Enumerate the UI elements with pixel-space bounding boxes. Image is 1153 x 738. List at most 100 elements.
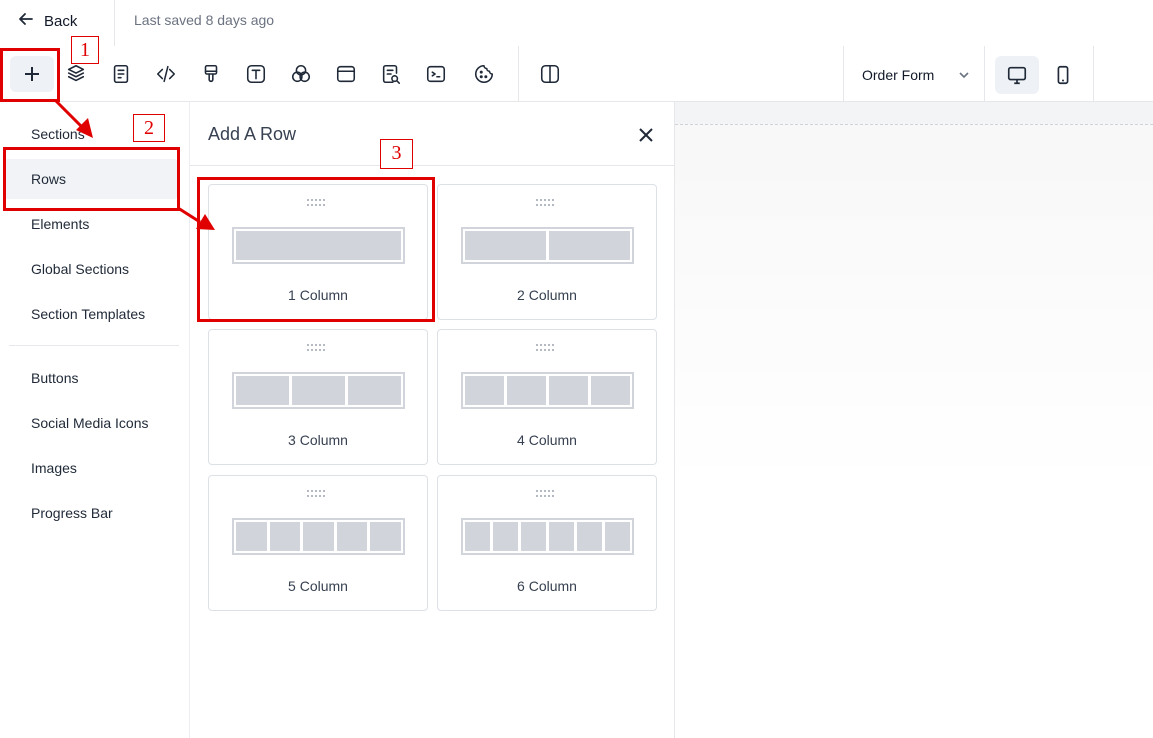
- canvas-header-strip: [675, 102, 1153, 124]
- layers-icon: [67, 64, 85, 82]
- back-button[interactable]: Back: [18, 8, 77, 34]
- column-block: [236, 522, 267, 551]
- terminal-icon: [426, 65, 446, 83]
- seo-button[interactable]: [376, 59, 406, 89]
- sidebar-item-images[interactable]: Images: [4, 448, 178, 488]
- row-layout-label: 5 Column: [288, 578, 348, 594]
- last-saved-status: Last saved 8 days ago: [134, 12, 275, 28]
- chevron-down-icon: [959, 72, 969, 79]
- column-block: [303, 522, 334, 551]
- code-button[interactable]: [151, 59, 181, 89]
- mobile-icon: [1057, 65, 1069, 85]
- sidebar-item-progress-bar[interactable]: Progress Bar: [4, 493, 178, 533]
- row-layout-card[interactable]: 5 Column: [208, 475, 428, 611]
- toolbar-divider: [843, 46, 844, 102]
- annotation-label-2: 2: [133, 114, 165, 142]
- split-view-icon: [540, 64, 560, 84]
- row-layout-label: 3 Column: [288, 432, 348, 448]
- canvas-dashed-guide: [675, 124, 1153, 125]
- toolbar-divider: [1093, 46, 1094, 102]
- toolbar: Order Form: [0, 46, 1153, 102]
- column-block: [269, 522, 301, 551]
- brush-icon: [204, 64, 218, 83]
- column-block: [605, 522, 630, 551]
- sidebar-item-label: Section Templates: [31, 306, 146, 322]
- page-settings-button[interactable]: [106, 59, 136, 89]
- row-layout-card[interactable]: 3 Column: [208, 329, 428, 465]
- back-label: Back: [44, 12, 78, 30]
- column-block: [465, 231, 546, 260]
- close-button[interactable]: [634, 123, 658, 147]
- editor-canvas[interactable]: [675, 102, 1153, 738]
- column-layout-preview: [461, 227, 634, 264]
- drag-handle-icon: [536, 199, 558, 209]
- annotation-highlight-1: [0, 48, 60, 102]
- drag-handle-icon: [307, 490, 329, 500]
- cookie-button[interactable]: [469, 59, 499, 89]
- custom-js-button[interactable]: [421, 59, 451, 89]
- column-block: [336, 522, 368, 551]
- sidebar-item-label: Elements: [31, 216, 90, 232]
- mobile-view-button[interactable]: [1041, 56, 1085, 94]
- search-document-icon: [382, 64, 401, 84]
- panel-title: Add A Row: [208, 124, 297, 144]
- form-selector[interactable]: Order Form: [862, 64, 970, 86]
- column-block: [348, 376, 401, 405]
- top-bar: Back Last saved 8 days ago: [0, 0, 1153, 46]
- desktop-icon: [1007, 66, 1027, 85]
- divider: [114, 0, 115, 46]
- annotation-label-1: 1: [71, 36, 99, 64]
- column-block: [577, 522, 602, 551]
- split-view-button[interactable]: [535, 59, 565, 89]
- arrow-left-icon: [18, 11, 34, 32]
- sidebar-item-label: Global Sections: [31, 261, 130, 277]
- annotation-label-3: 3: [380, 139, 413, 169]
- sidebar-item-label: Social Media Icons: [31, 415, 149, 431]
- styles-button[interactable]: [196, 59, 226, 89]
- desktop-view-button[interactable]: [995, 56, 1039, 94]
- sidebar-item-global-sections[interactable]: Global Sections: [4, 249, 178, 289]
- sidebar-divider: [9, 345, 179, 346]
- row-layout-label: 6 Column: [517, 578, 577, 594]
- column-layout-preview: [232, 518, 405, 555]
- row-layout-card[interactable]: 4 Column: [437, 329, 657, 465]
- row-layout-label: 2 Column: [517, 287, 577, 303]
- column-block: [236, 376, 289, 405]
- column-block: [591, 376, 630, 405]
- cookie-icon: [475, 64, 494, 83]
- popup-button[interactable]: [331, 59, 361, 89]
- colors-button[interactable]: [286, 59, 316, 89]
- color-circles-icon: [291, 64, 311, 83]
- page-builder: Back Last saved 8 days ago Order Form Se…: [0, 0, 1153, 738]
- panel-divider: [190, 165, 675, 166]
- column-block: [465, 376, 504, 405]
- drag-handle-icon: [536, 344, 558, 354]
- sidebar-item-label: Progress Bar: [31, 505, 113, 521]
- page-icon: [113, 64, 129, 84]
- column-block: [549, 376, 588, 405]
- row-layout-card[interactable]: 2 Column: [437, 184, 657, 320]
- column-block: [549, 522, 574, 551]
- sidebar-item-label: Sections: [31, 126, 85, 142]
- sidebar-item-buttons[interactable]: Buttons: [4, 358, 178, 398]
- toolbar-divider: [518, 46, 519, 102]
- typography-button[interactable]: [241, 59, 271, 89]
- close-icon: [639, 128, 653, 142]
- code-icon: [156, 65, 176, 83]
- text-icon: [246, 64, 266, 84]
- annotation-highlight-2: [3, 147, 180, 211]
- sidebar-item-section-templates[interactable]: Section Templates: [4, 294, 178, 334]
- sidebar-item-social-media-icons[interactable]: Social Media Icons: [4, 403, 178, 443]
- annotation-highlight-3: [197, 177, 435, 322]
- column-block: [507, 376, 546, 405]
- toolbar-divider: [984, 46, 985, 102]
- column-block: [493, 522, 518, 551]
- row-layout-card[interactable]: 6 Column: [437, 475, 657, 611]
- drag-handle-icon: [536, 490, 558, 500]
- column-layout-preview: [232, 372, 405, 409]
- row-layout-label: 4 Column: [517, 432, 577, 448]
- column-layout-preview: [461, 372, 634, 409]
- column-block: [521, 522, 546, 551]
- column-block: [549, 231, 630, 260]
- browser-icon: [336, 65, 356, 83]
